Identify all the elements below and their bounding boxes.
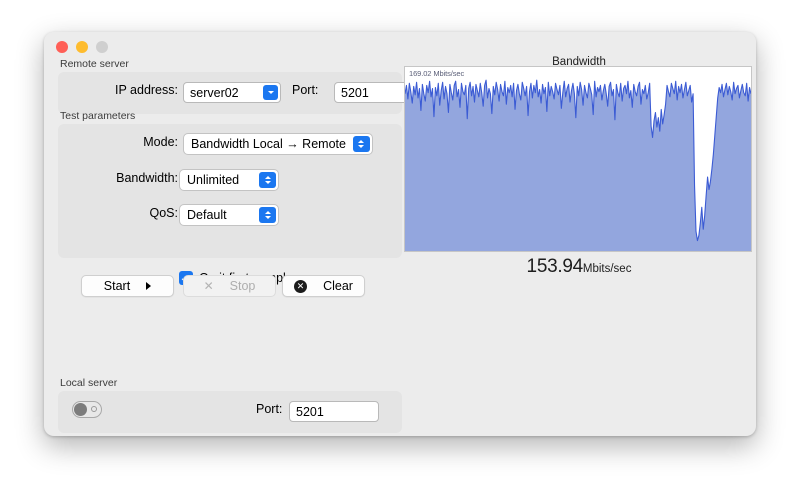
remote-server-group-label: Remote server: [60, 58, 129, 70]
local-port-value: 5201: [296, 404, 324, 419]
mode-label: Mode:: [143, 135, 178, 149]
ip-address-input[interactable]: server02: [183, 82, 281, 103]
chart-area-fill: [405, 80, 751, 251]
traffic-lights: [56, 41, 108, 53]
toggle-off-indicator: [91, 406, 97, 412]
qos-label: QoS:: [149, 206, 179, 220]
minimize-button[interactable]: [76, 41, 88, 53]
remote-port-label: Port:: [292, 83, 319, 97]
remote-port-label-wrap: Port:: [292, 83, 318, 97]
qos-select[interactable]: Default: [179, 204, 279, 226]
local-server-group-label: Local server: [60, 377, 118, 389]
local-port-input[interactable]: 5201: [289, 401, 379, 422]
chevron-up-down-icon[interactable]: [259, 172, 276, 188]
bandwidth-label: Bandwidth:: [116, 171, 178, 185]
bandwidth-chart-svg: [405, 79, 751, 251]
ip-address-value: server02: [190, 85, 239, 100]
chevron-up-down-icon[interactable]: [259, 207, 276, 223]
qos-label-wrap: QoS:: [58, 206, 179, 220]
stop-button: ✕ Stop: [183, 275, 276, 297]
chevron-down-icon[interactable]: [263, 85, 278, 100]
start-button-label: Start: [103, 279, 131, 293]
mode-label-wrap: Mode:: [58, 135, 178, 149]
zoom-button: [96, 41, 108, 53]
chart-scale-label: 169.02 Mbits/sec: [409, 69, 465, 78]
qos-value: Default: [187, 208, 227, 222]
result-readout: 153.94Mbits/sec: [402, 256, 756, 278]
circle-x-icon: ✕: [294, 279, 308, 293]
chevron-up-down-icon[interactable]: [352, 136, 370, 152]
ip-address-label-wrap: IP address:: [58, 83, 178, 97]
app-window: Remote server IP address: server02 Port:…: [44, 32, 756, 436]
local-port-label-wrap: Port:: [256, 402, 282, 416]
close-button[interactable]: [56, 41, 68, 53]
bandwidth-label-wrap: Bandwidth:: [58, 171, 178, 185]
remote-port-value: 5201: [341, 85, 369, 100]
stop-button-label: Stop: [229, 279, 256, 293]
chevron-right-icon: [146, 282, 152, 290]
x-icon: ✕: [203, 279, 214, 293]
toggle-knob: [74, 403, 87, 416]
bandwidth-value: Unlimited: [187, 173, 240, 187]
mode-select[interactable]: Bandwidth Local → Remote: [183, 133, 373, 155]
bandwidth-select[interactable]: Unlimited: [179, 169, 279, 191]
local-server-toggle[interactable]: [72, 401, 102, 418]
bandwidth-chart: 169.02 Mbits/sec: [404, 66, 752, 252]
local-port-label: Port:: [256, 402, 283, 416]
ip-address-label: IP address:: [114, 83, 178, 97]
result-value: 153.94: [526, 256, 584, 277]
clear-button[interactable]: ✕ Clear: [282, 275, 365, 297]
result-unit: Mbits/sec: [582, 263, 632, 275]
clear-button-label: Clear: [323, 279, 353, 293]
mode-value: Bandwidth Local → Remote: [191, 137, 346, 151]
test-parameters-group-label: Test parameters: [60, 110, 136, 122]
start-button[interactable]: Start: [81, 275, 174, 297]
